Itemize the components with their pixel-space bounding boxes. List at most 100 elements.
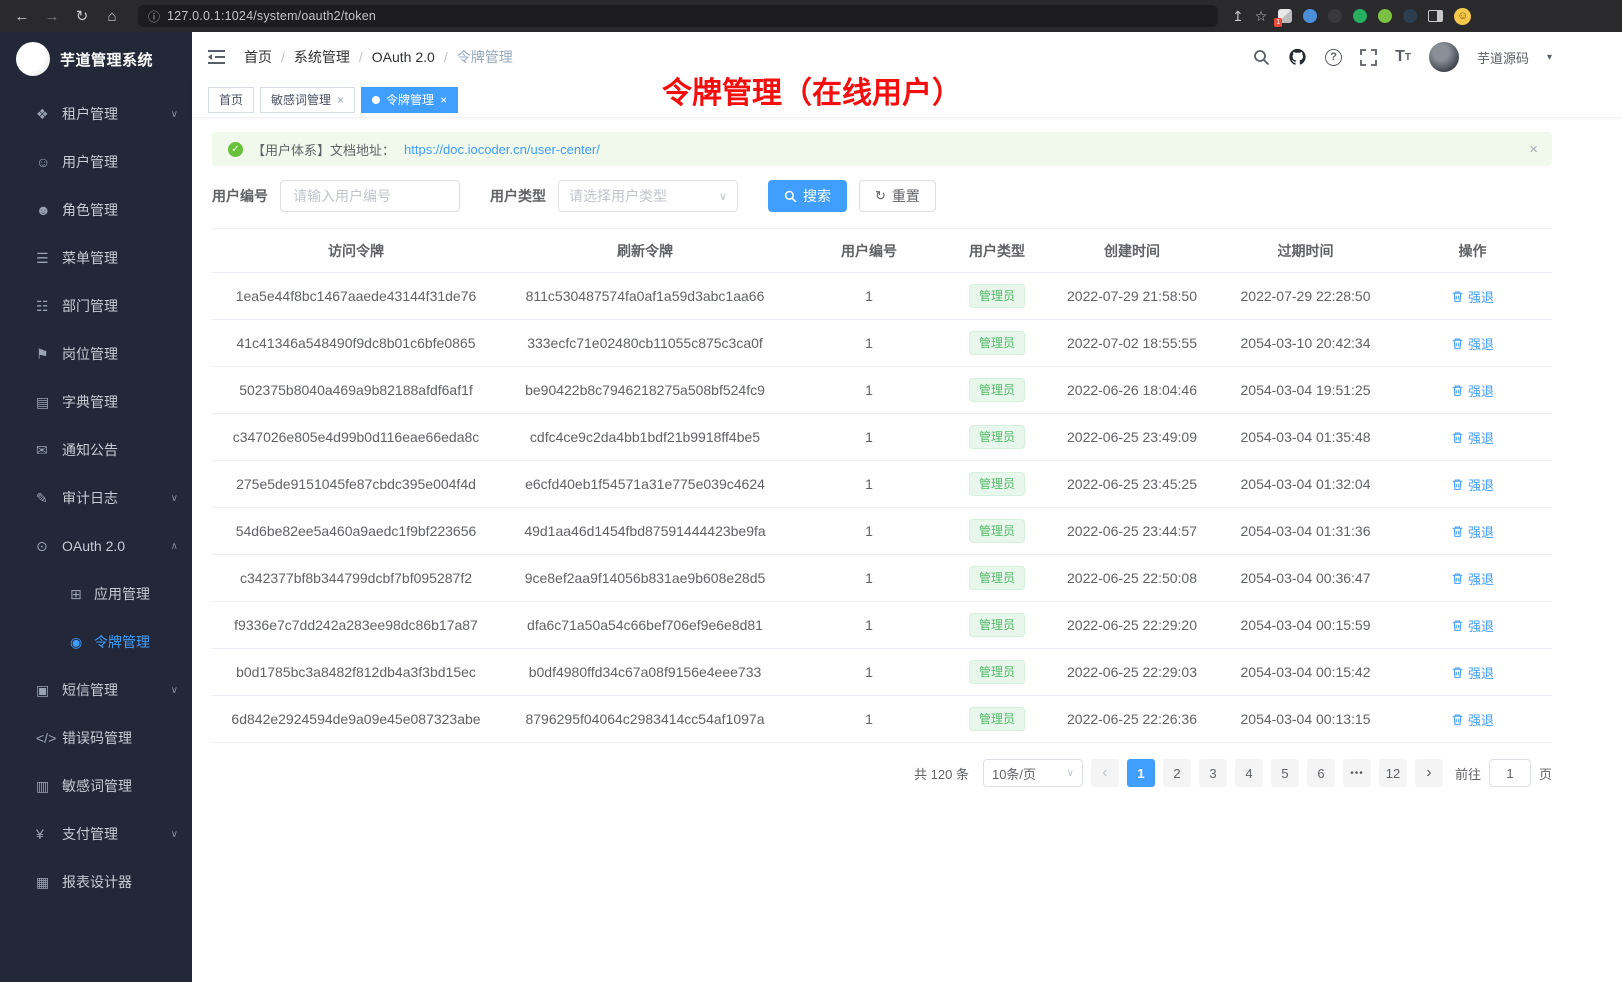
cell-expire-time: 2054-03-04 01:31:36 xyxy=(1218,508,1393,555)
collapse-menu-icon[interactable] xyxy=(208,49,226,65)
sidebar-item-error-code[interactable]: </>错误码管理 xyxy=(0,714,192,762)
sidebar-item-report[interactable]: ▦报表设计器 xyxy=(0,858,192,906)
force-logout-button[interactable]: 强退 xyxy=(1451,522,1494,541)
sidebar-item-notice[interactable]: ✉通知公告 xyxy=(0,426,192,474)
browser-profile-avatar[interactable]: ☺ xyxy=(1454,8,1471,25)
help-icon[interactable]: ? xyxy=(1325,49,1342,66)
force-logout-label: 强退 xyxy=(1468,334,1494,353)
site-info-icon[interactable]: ⓘ xyxy=(148,8,160,25)
search-icon[interactable] xyxy=(1253,49,1270,66)
force-logout-button[interactable]: 强退 xyxy=(1451,381,1494,400)
page-button-3[interactable]: 3 xyxy=(1199,759,1227,787)
sidebar-item-sms[interactable]: ▣短信管理∨ xyxy=(0,666,192,714)
page-button-6[interactable]: 6 xyxy=(1307,759,1335,787)
force-logout-icon xyxy=(1451,713,1464,726)
user-name[interactable]: 芋道源码 xyxy=(1477,48,1529,67)
force-logout-button[interactable]: 强退 xyxy=(1451,710,1494,729)
page-button-5[interactable]: 5 xyxy=(1271,759,1299,787)
tab-token[interactable]: 令牌管理× xyxy=(361,87,458,113)
app-logo-row[interactable]: 芋道管理系统 xyxy=(0,32,192,86)
browser-home-button[interactable]: ⌂ xyxy=(100,8,124,25)
alert-close-icon[interactable]: × xyxy=(1529,141,1538,158)
address-bar[interactable]: ⓘ 127.0.0.1:1024/system/oauth2/token xyxy=(138,5,1218,27)
table-row: c347026e805e4d99b0d116eae66eda8ccdfc4ce9… xyxy=(212,414,1552,461)
sidebar-item-oauth2[interactable]: ⊙OAuth 2.0∧ xyxy=(0,522,192,570)
user-type-placeholder: 请选择用户类型 xyxy=(569,186,667,206)
extension-icon-5[interactable] xyxy=(1378,9,1392,23)
sidebar-item-audit[interactable]: ✎审计日志∨ xyxy=(0,474,192,522)
page-ellipsis[interactable]: ••• xyxy=(1343,759,1371,787)
force-logout-button[interactable]: 强退 xyxy=(1451,334,1494,353)
breadcrumb-item-3[interactable]: OAuth 2.0 xyxy=(372,49,435,65)
page-button-4[interactable]: 4 xyxy=(1235,759,1263,787)
browser-reload-button[interactable]: ↻ xyxy=(70,7,94,25)
extension-icon-2[interactable] xyxy=(1303,9,1317,23)
sidebar-item-pay[interactable]: ¥支付管理∨ xyxy=(0,810,192,858)
next-page-button[interactable]: › xyxy=(1415,759,1443,787)
tab-close-icon[interactable]: × xyxy=(337,93,344,107)
user-type-tag: 管理员 xyxy=(969,472,1025,496)
sidebar-item-role[interactable]: ☻角色管理 xyxy=(0,186,192,234)
user-type-tag: 管理员 xyxy=(969,613,1025,637)
breadcrumb-item-1[interactable]: 首页 xyxy=(244,47,272,67)
table-row: 275e5de9151045fe87cbdc395e004f4de6cfd40e… xyxy=(212,461,1552,508)
sidebar-item-dept[interactable]: ☷部门管理 xyxy=(0,282,192,330)
cell-access-token: 41c41346a548490f9dc8b01c6bfe0865 xyxy=(212,320,500,367)
browser-back-button[interactable]: ← xyxy=(10,8,34,25)
sidebar-item-dict[interactable]: ▤字典管理 xyxy=(0,378,192,426)
reset-button[interactable]: ↻ 重置 xyxy=(859,180,936,212)
search-button[interactable]: 搜索 xyxy=(768,180,847,212)
share-icon[interactable]: ↥ xyxy=(1232,8,1244,25)
browser-forward-button[interactable]: → xyxy=(40,8,64,25)
fullscreen-icon[interactable] xyxy=(1360,49,1377,66)
cell-refresh-token: 8796295f04064c2983414cc54af1097a xyxy=(500,696,790,743)
application-icon: ⊞ xyxy=(70,586,94,603)
sidebar-item-oauth2-token[interactable]: ◉令牌管理 xyxy=(0,618,192,666)
sidebar-item-menu[interactable]: ☰菜单管理 xyxy=(0,234,192,282)
page-button-1[interactable]: 1 xyxy=(1127,759,1155,787)
force-logout-button[interactable]: 强退 xyxy=(1451,428,1494,447)
force-logout-button[interactable]: 强退 xyxy=(1451,616,1494,635)
alert-doc-link[interactable]: https://doc.iocoder.cn/user-center/ xyxy=(404,142,600,157)
sidebar-item-tenant[interactable]: ❖租户管理∨ xyxy=(0,90,192,138)
extension-icon-4[interactable] xyxy=(1353,9,1367,23)
force-logout-label: 强退 xyxy=(1468,522,1494,541)
force-logout-button[interactable]: 强退 xyxy=(1451,475,1494,494)
user-id-input[interactable] xyxy=(280,180,460,212)
sidebar-item-user[interactable]: ☺用户管理 xyxy=(0,138,192,186)
extension-icon-6[interactable] xyxy=(1403,9,1417,23)
extension-icon-3[interactable] xyxy=(1328,9,1342,23)
table-row: 1ea5e44f8bc1467aaede43144f31de76811c5304… xyxy=(212,273,1552,320)
tenant-icon: ❖ xyxy=(36,106,62,123)
sidebar-item-sensitive-word[interactable]: ▥敏感词管理 xyxy=(0,762,192,810)
sidebar-item-post[interactable]: ⚑岗位管理 xyxy=(0,330,192,378)
font-size-icon[interactable]: TT xyxy=(1395,48,1411,66)
extension-badge: 1 xyxy=(1274,18,1282,27)
sidebar-item-oauth2-app[interactable]: ⊞应用管理 xyxy=(0,570,192,618)
user-menu-caret-icon[interactable]: ▾ xyxy=(1547,52,1552,63)
force-logout-button[interactable]: 强退 xyxy=(1451,663,1494,682)
force-logout-label: 强退 xyxy=(1468,663,1494,682)
page-button-2[interactable]: 2 xyxy=(1163,759,1191,787)
goto-page-input[interactable] xyxy=(1489,759,1531,787)
force-logout-icon xyxy=(1451,431,1464,444)
force-logout-button[interactable]: 强退 xyxy=(1451,569,1494,588)
bookmark-star-icon[interactable]: ☆ xyxy=(1255,8,1268,25)
github-icon[interactable] xyxy=(1288,48,1307,66)
extension-icon-1[interactable]: 1 xyxy=(1278,9,1292,23)
cell-create-time: 2022-06-25 23:45:25 xyxy=(1046,461,1218,508)
side-panel-icon[interactable] xyxy=(1428,10,1443,22)
tab-close-icon[interactable]: × xyxy=(440,93,447,107)
user-avatar[interactable] xyxy=(1429,42,1459,72)
breadcrumb-item-2[interactable]: 系统管理 xyxy=(294,47,350,67)
page-size-select[interactable]: 10条/页 ∨ xyxy=(983,759,1083,787)
tab-sensitive-word[interactable]: 敏感词管理× xyxy=(260,87,355,113)
user-type-select[interactable]: 请选择用户类型 ∨ xyxy=(558,180,738,212)
column-header-1: 访问令牌 xyxy=(212,229,500,273)
cell-create-time: 2022-06-25 23:49:09 xyxy=(1046,414,1218,461)
page-button-12[interactable]: 12 xyxy=(1379,759,1407,787)
force-logout-button[interactable]: 强退 xyxy=(1451,287,1494,306)
cell-user-id: 1 xyxy=(790,508,948,555)
prev-page-button[interactable]: ‹ xyxy=(1091,759,1119,787)
tab-home[interactable]: 首页 xyxy=(208,87,254,113)
